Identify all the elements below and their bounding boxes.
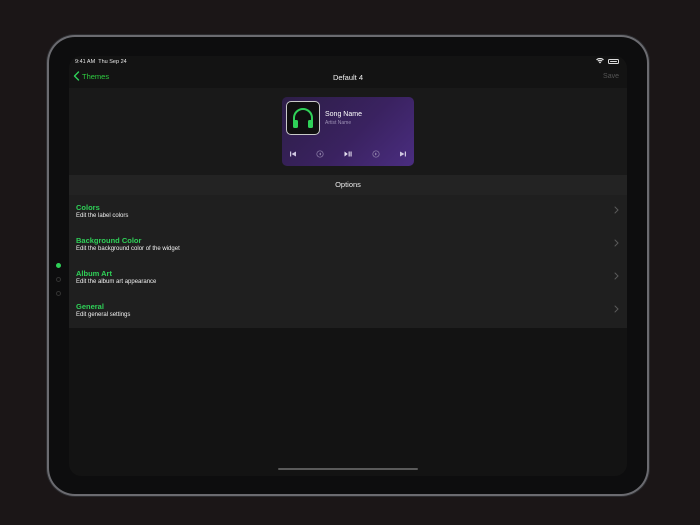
chevron-right-icon xyxy=(614,239,619,247)
artist-name: Artist Name xyxy=(325,120,352,126)
option-row-background-color[interactable]: Background Color Edit the background col… xyxy=(69,228,627,261)
chevron-right-icon xyxy=(614,272,619,280)
side-indicator-dot xyxy=(56,291,61,296)
song-name: Song Name xyxy=(325,111,362,118)
page-title: Default 4 xyxy=(332,73,364,82)
skip-back-button[interactable] xyxy=(288,149,298,159)
status-icons xyxy=(596,58,619,64)
skip-forward-button[interactable] xyxy=(398,149,408,159)
chevron-right-icon xyxy=(614,206,619,214)
play-pause-icon xyxy=(344,151,352,157)
skip-back-icon xyxy=(290,151,296,157)
battery-icon xyxy=(608,58,619,64)
widget-preview-area: Song Name Artist Name xyxy=(69,88,627,175)
option-title: Background Color xyxy=(76,236,142,245)
forward-icon xyxy=(372,150,380,158)
option-title: Colors xyxy=(76,203,100,212)
navigation-bar: Themes Default 4 Save xyxy=(69,68,627,88)
skip-forward-icon xyxy=(400,151,406,157)
option-title: Album Art xyxy=(76,269,112,278)
wifi-icon xyxy=(596,58,604,64)
option-row-general[interactable]: General Edit general settings xyxy=(69,294,627,327)
rewind-icon xyxy=(316,150,324,158)
rewind-button[interactable] xyxy=(315,149,325,159)
forward-button[interactable] xyxy=(371,149,381,159)
status-bar: 9:41 AM Thu Sep 24 xyxy=(69,56,627,68)
option-subtitle: Edit general settings xyxy=(76,312,131,318)
options-section-header: Options xyxy=(69,175,627,195)
option-title: General xyxy=(76,302,104,311)
side-indicator xyxy=(56,263,61,305)
option-subtitle: Edit the album art appearance xyxy=(76,279,157,285)
side-indicator-dot xyxy=(56,277,61,282)
option-row-album-art[interactable]: Album Art Edit the album art appearance xyxy=(69,261,627,294)
side-indicator-dot xyxy=(56,263,61,268)
home-indicator[interactable] xyxy=(278,468,418,470)
options-list: Colors Edit the label colors Background … xyxy=(69,195,627,328)
option-subtitle: Edit the label colors xyxy=(76,213,129,219)
headphones-icon xyxy=(293,108,313,128)
chevron-right-icon xyxy=(614,305,619,313)
widget-preview: Song Name Artist Name xyxy=(282,97,414,166)
screen: 9:41 AM Thu Sep 24 Themes Default 4 Save xyxy=(69,56,627,476)
save-button[interactable]: Save xyxy=(603,73,619,80)
status-time: 9:41 AM Thu Sep 24 xyxy=(75,59,127,65)
album-art xyxy=(286,101,320,135)
option-subtitle: Edit the background color of the widget xyxy=(76,246,180,252)
option-row-colors[interactable]: Colors Edit the label colors xyxy=(69,195,627,228)
play-pause-button[interactable] xyxy=(343,149,353,159)
playback-controls xyxy=(282,149,414,159)
